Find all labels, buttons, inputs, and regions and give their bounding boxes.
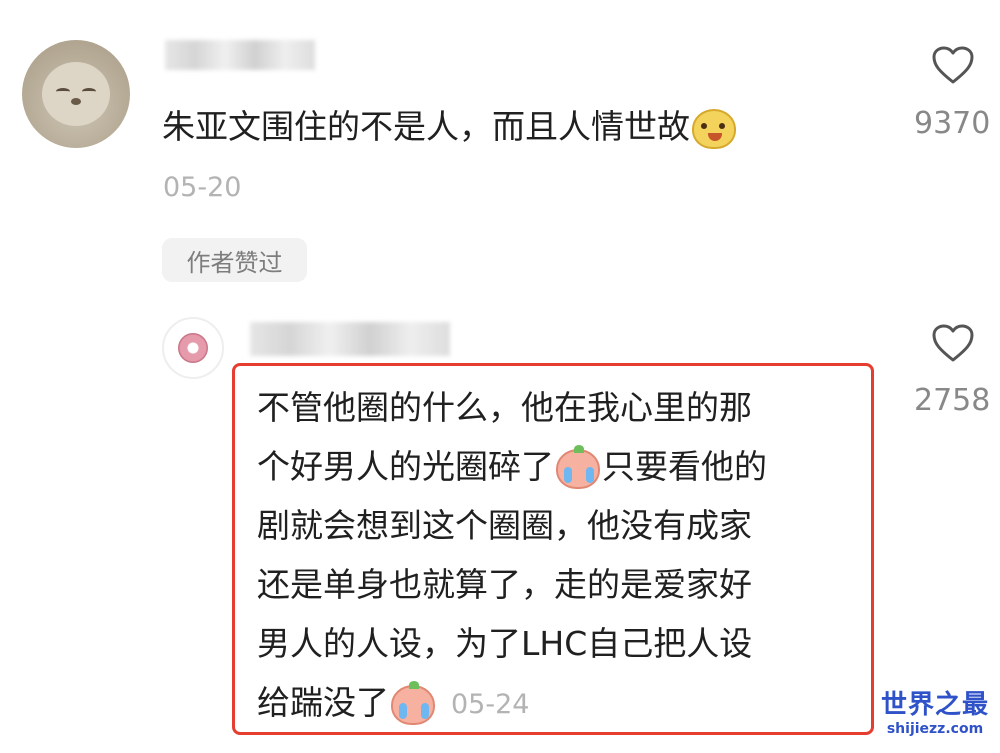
username-blurred[interactable] xyxy=(165,40,315,70)
donut-avatar-icon xyxy=(178,333,208,363)
reply-line-part: 个好男人的光圈碎了 xyxy=(257,447,554,486)
dog-face-emoji-icon xyxy=(692,108,736,149)
comment-date: 05-24 xyxy=(451,689,530,720)
like-count: 9370 xyxy=(914,106,991,141)
watermark-url: shijiezz.com xyxy=(886,721,984,737)
watermark: 世界之最 shijiezz.com xyxy=(876,690,994,738)
reply-line: 不管他圈的什么，他在我心里的那 xyxy=(257,388,752,427)
heart-outline-icon[interactable] xyxy=(931,323,975,363)
watermark-logo: 世界之最 xyxy=(880,690,989,720)
reply-line: 个好男人的光圈碎了 只要看他的 xyxy=(257,437,767,496)
avatar[interactable] xyxy=(22,40,130,148)
crying-face-emoji-icon xyxy=(556,444,600,489)
reply-line: 给踹没了 05-24 xyxy=(257,673,767,732)
otter-face xyxy=(42,62,110,126)
eye-left xyxy=(56,88,70,95)
comment-text-content: 朱亚文围住的不是人，而且人情世故 xyxy=(162,107,690,146)
reply-line-part: 给踹没了 xyxy=(257,683,389,722)
eye-right xyxy=(82,88,96,95)
avatar[interactable] xyxy=(162,317,224,379)
reply-line: 男人的人设，为了LHC自己把人设 xyxy=(257,624,753,663)
reply-comment-text: 不管他圈的什么，他在我心里的那 个好男人的光圈碎了 只要看他的 剧就会想到这个圈圈… xyxy=(257,378,767,732)
comment-date: 05-20 xyxy=(163,172,242,203)
reply-line: 剧就会想到这个圈圈，他没有成家 xyxy=(257,506,752,545)
author-liked-badge: 作者赞过 xyxy=(162,238,307,282)
heart-outline-icon[interactable] xyxy=(931,45,975,85)
username-blurred[interactable] xyxy=(250,322,450,356)
reply-line: 还是单身也就算了，走的是爱家好 xyxy=(257,565,752,604)
reply-line-part: 只要看他的 xyxy=(602,447,767,486)
crying-face-emoji-icon xyxy=(391,680,435,725)
comment-text: 朱亚文围住的不是人，而且人情世故 xyxy=(162,100,738,154)
nose xyxy=(71,98,81,105)
like-count: 2758 xyxy=(914,383,991,418)
